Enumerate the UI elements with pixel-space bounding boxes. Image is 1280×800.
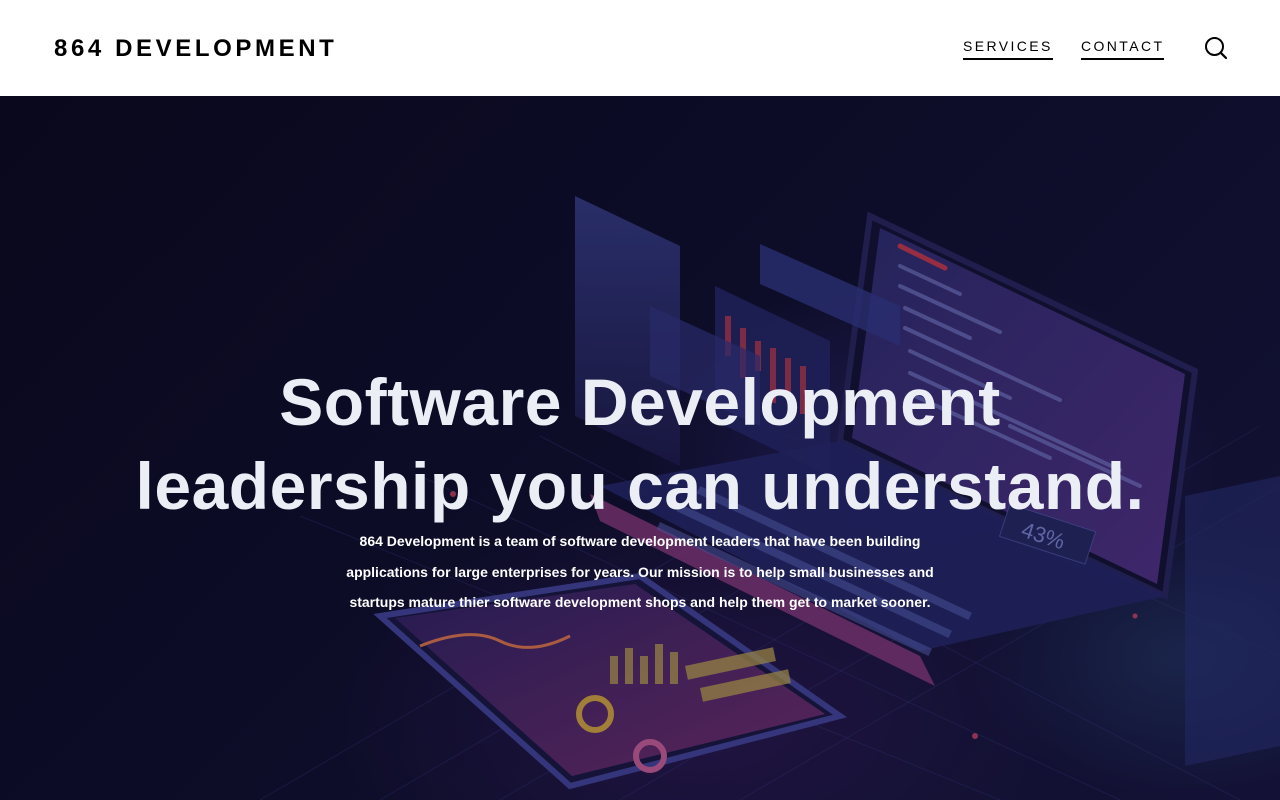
hero-title-line-2: leadership you can understand. [135,449,1145,523]
nav-link-contact[interactable]: CONTACT [1081,36,1165,60]
hero-title: Software Development leadership you can … [0,360,1280,528]
nav-link-services[interactable]: SERVICES [963,36,1053,60]
hero-section: 43% Software Development leadership you … [0,96,1280,800]
site-header: 864 DEVELOPMENT SERVICES CONTACT [0,0,1280,96]
search-button[interactable] [1203,35,1229,61]
site-logo[interactable]: 864 DEVELOPMENT [54,34,337,64]
search-icon [1205,37,1228,60]
hero-description: 864 Development is a team of software de… [346,533,934,610]
hero-title-line-1: Software Development [279,365,1001,439]
